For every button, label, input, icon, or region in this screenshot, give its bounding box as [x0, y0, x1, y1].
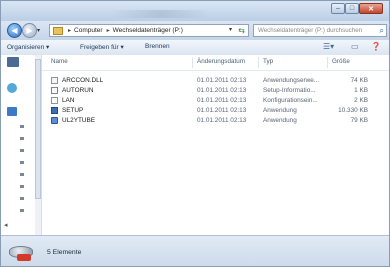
config-file-icon — [51, 97, 58, 104]
back-arrow-icon: ◀ — [11, 26, 18, 35]
status-bar: 5 Elemente — [1, 235, 389, 266]
refresh-icon[interactable]: ⇆ — [238, 25, 245, 36]
file-row[interactable]: LAN 01.01.2011 02:13 Konfigurationsein..… — [42, 96, 389, 105]
file-type: Anwendung — [263, 117, 297, 124]
search-placeholder: Wechseldatenträger (P:) durchsuchen — [258, 27, 363, 34]
breadcrumb-separator-icon: ▸ — [106, 28, 110, 34]
file-row[interactable]: UL2YTUBE 01.01.2011 02:13 Anwendung 79 K… — [42, 116, 389, 125]
breadcrumb-separator-icon: ▸ — [68, 28, 72, 34]
window-title-ghost — [111, 10, 211, 18]
content-area: ◂ Name Änderungsdatum Typ Größe ARCCON.D… — [1, 55, 389, 235]
nav-item-icon[interactable] — [20, 125, 24, 128]
nav-item-icon[interactable] — [20, 209, 24, 212]
nav-item-icon[interactable] — [20, 197, 24, 200]
address-row: ◀ ▶ ▾ ▸ Computer ▸ Wechseldatenträger (P… — [1, 21, 389, 40]
close-button[interactable]: ✕ — [359, 3, 383, 14]
column-header-type[interactable]: Typ — [263, 58, 273, 65]
share-with-menu[interactable]: Freigeben für ▾ — [80, 43, 124, 51]
file-name: SETUP — [62, 107, 84, 114]
title-bar[interactable]: – □ ✕ — [1, 1, 389, 23]
file-type: Anwendungserwe... — [263, 77, 320, 84]
minimize-button[interactable]: – — [331, 3, 345, 14]
file-modified: 01.01.2011 02:13 — [197, 107, 247, 114]
column-divider[interactable] — [258, 57, 259, 68]
nav-item-icon[interactable] — [20, 137, 24, 140]
file-size: 10.330 KB — [338, 107, 368, 114]
explorer-window: – □ ✕ ◀ ▶ ▾ ▸ Computer ▸ Wechseldatenträ… — [0, 0, 390, 267]
command-toolbar: Organisieren ▾ Freigeben für ▾ Brennen ☰… — [1, 40, 389, 56]
forward-button[interactable]: ▶ — [22, 23, 37, 38]
caption-buttons: – □ ✕ — [331, 3, 383, 14]
search-input[interactable]: Wechseldatenträger (P:) durchsuchen ⌕ — [253, 24, 387, 37]
search-icon[interactable]: ⌕ — [380, 25, 384, 36]
file-modified: 01.01.2011 02:13 — [197, 117, 247, 124]
header-divider — [42, 70, 389, 71]
column-divider[interactable] — [327, 57, 328, 68]
file-modified: 01.01.2011 02:13 — [197, 77, 247, 84]
preview-pane-icon[interactable]: ▭ — [351, 42, 359, 51]
file-size: 79 KB — [350, 117, 368, 124]
removable-drive-icon — [7, 240, 35, 262]
file-size: 1 KB — [354, 87, 368, 94]
organize-menu[interactable]: Organisieren ▾ — [7, 43, 49, 51]
dll-file-icon — [51, 77, 58, 84]
file-row[interactable]: SETUP 01.01.2011 02:13 Anwendung 10.330 … — [42, 106, 389, 115]
forward-arrow-icon: ▶ — [26, 26, 33, 35]
ul2ytube-app-icon — [51, 117, 58, 124]
file-name: AUTORUN — [62, 87, 94, 94]
setup-app-icon — [51, 107, 58, 114]
column-header-name[interactable]: Name — [51, 58, 68, 65]
view-options-icon[interactable]: ☰▾ — [323, 42, 334, 51]
libraries-icon[interactable] — [7, 107, 17, 116]
back-button[interactable]: ◀ — [7, 23, 22, 38]
breadcrumb-computer[interactable]: Computer — [74, 27, 103, 34]
nav-item-icon[interactable] — [20, 173, 24, 176]
youtube-badge-icon — [17, 254, 31, 261]
file-type: Anwendung — [263, 107, 297, 114]
setup-info-file-icon — [51, 87, 58, 94]
navigation-scrollbar-thumb[interactable] — [35, 59, 41, 199]
file-name: ARCCON.DLL — [62, 77, 104, 84]
favorites-icon[interactable] — [7, 57, 19, 67]
file-list: Name Änderungsdatum Typ Größe ARCCON.DLL… — [42, 55, 389, 235]
column-header-size[interactable]: Größe — [332, 58, 350, 65]
history-dropdown-icon[interactable]: ▾ — [37, 27, 40, 34]
address-bar[interactable]: ▸ Computer ▸ Wechseldatenträger (P:) ▾ ⇆ — [49, 24, 249, 37]
navigation-pane: ◂ — [1, 55, 42, 235]
address-dropdown-icon[interactable]: ▾ — [229, 25, 232, 36]
file-size: 2 KB — [354, 97, 368, 104]
nav-item-icon[interactable] — [20, 149, 24, 152]
nav-item-icon[interactable] — [20, 161, 24, 164]
file-row[interactable]: ARCCON.DLL 01.01.2011 02:13 Anwendungser… — [42, 76, 389, 85]
scroll-left-icon[interactable]: ◂ — [4, 221, 8, 229]
file-name: UL2YTUBE — [62, 117, 96, 124]
burn-button[interactable]: Brennen — [145, 43, 170, 50]
file-size: 74 KB — [350, 77, 368, 84]
file-type: Konfigurationsein... — [263, 97, 318, 104]
file-modified: 01.01.2011 02:13 — [197, 87, 247, 94]
help-icon[interactable]: ❓ — [371, 42, 381, 51]
file-name: LAN — [62, 97, 75, 104]
maximize-button[interactable]: □ — [345, 3, 359, 14]
file-row[interactable]: AUTORUN 01.01.2011 02:13 Setup-Informati… — [42, 86, 389, 95]
breadcrumb-drive[interactable]: Wechseldatenträger (P:) — [113, 27, 183, 34]
item-count: 5 Elemente — [47, 249, 82, 256]
file-type: Setup-Informatio... — [263, 87, 316, 94]
nav-item-icon[interactable] — [20, 185, 24, 188]
file-modified: 01.01.2011 02:13 — [197, 97, 247, 104]
drive-folder-icon — [53, 26, 63, 35]
network-icon[interactable] — [7, 83, 17, 93]
column-divider[interactable] — [192, 57, 193, 68]
column-header-modified[interactable]: Änderungsdatum — [197, 58, 245, 65]
